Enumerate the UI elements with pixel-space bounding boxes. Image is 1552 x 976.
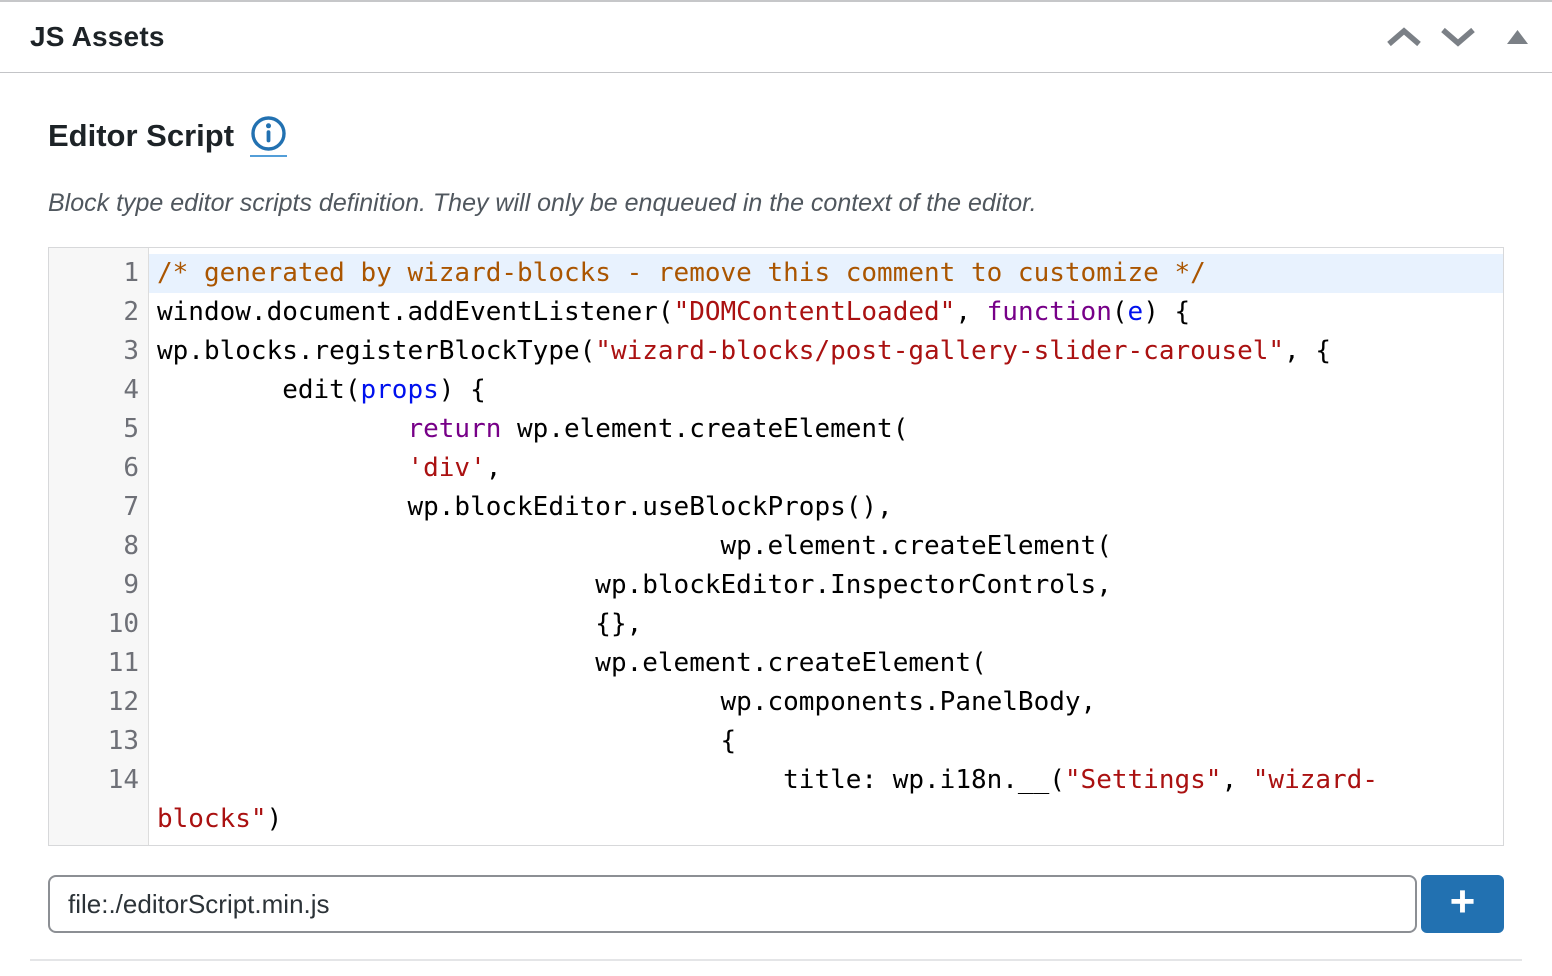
line-number: 6 [123,453,139,483]
chevron-down-icon [1441,27,1475,47]
line-number: 14 [107,765,139,795]
info-icon [251,116,286,151]
code-line[interactable]: edit(props) { [149,371,1503,410]
code-line[interactable]: blocks") [149,800,1503,839]
code-editor[interactable]: 1 2 3 4 5 6 7 8 9 10 11 12 13 14 /* generated by wiza… [48,247,1504,846]
panel-header: JS Assets [0,2,1552,73]
add-asset-button[interactable]: + [1421,875,1504,933]
code-line[interactable]: wp.components.PanelBody, [149,683,1503,722]
line-number: 13 [107,726,139,756]
line-number: 3 [123,336,139,366]
line-number: 1 [123,258,139,288]
code-line[interactable]: { [149,722,1503,761]
chevron-up-icon [1387,27,1421,47]
line-number: 7 [123,492,139,522]
collapse-toggle-button[interactable] [1499,22,1536,52]
line-number: 9 [123,570,139,600]
code-line[interactable]: title: wp.i18n.__("Settings", "wizard- [149,761,1503,800]
asset-path-input[interactable] [48,875,1417,933]
code-content[interactable]: /* generated by wizard-blocks - remove t… [149,248,1503,845]
code-line[interactable]: window.document.addEventListener("DOMCon… [149,293,1503,332]
line-number-gutter: 1 2 3 4 5 6 7 8 9 10 11 12 13 14 [49,248,149,845]
asset-input-row: + [48,875,1504,933]
section-divider [30,959,1522,961]
line-number: 4 [123,375,139,405]
section-title-row: Editor Script [48,115,1504,157]
line-number: 10 [107,609,139,639]
line-number: 11 [107,648,139,678]
move-up-button[interactable] [1377,18,1431,56]
code-line[interactable]: /* generated by wizard-blocks - remove t… [149,254,1503,293]
code-line[interactable]: wp.element.createElement( [149,527,1503,566]
code-line[interactable]: wp.blockEditor.InspectorControls, [149,566,1503,605]
triangle-up-icon [1507,30,1528,44]
section-title: Editor Script [48,118,235,153]
code-line[interactable]: wp.blockEditor.useBlockProps(), [149,488,1503,527]
panel-header-controls [1377,18,1536,56]
panel-title: JS Assets [30,21,165,52]
line-number [49,800,148,839]
code-line[interactable]: return wp.element.createElement( [149,410,1503,449]
info-link[interactable] [250,115,288,157]
section-description: Block type editor scripts definition. Th… [48,189,1037,217]
code-line[interactable]: 'div', [149,449,1503,488]
move-down-button[interactable] [1431,18,1485,56]
line-number: 2 [123,297,139,327]
plus-icon: + [1449,877,1476,926]
editor-script-section: Editor Script Block type editor scripts … [0,115,1552,961]
line-number: 12 [107,687,139,717]
line-number: 8 [123,531,139,561]
code-line[interactable]: wp.element.createElement( [149,644,1503,683]
code-line[interactable]: wp.blocks.registerBlockType("wizard-bloc… [149,332,1503,371]
line-number: 5 [123,414,139,444]
code-line[interactable]: {}, [149,605,1503,644]
